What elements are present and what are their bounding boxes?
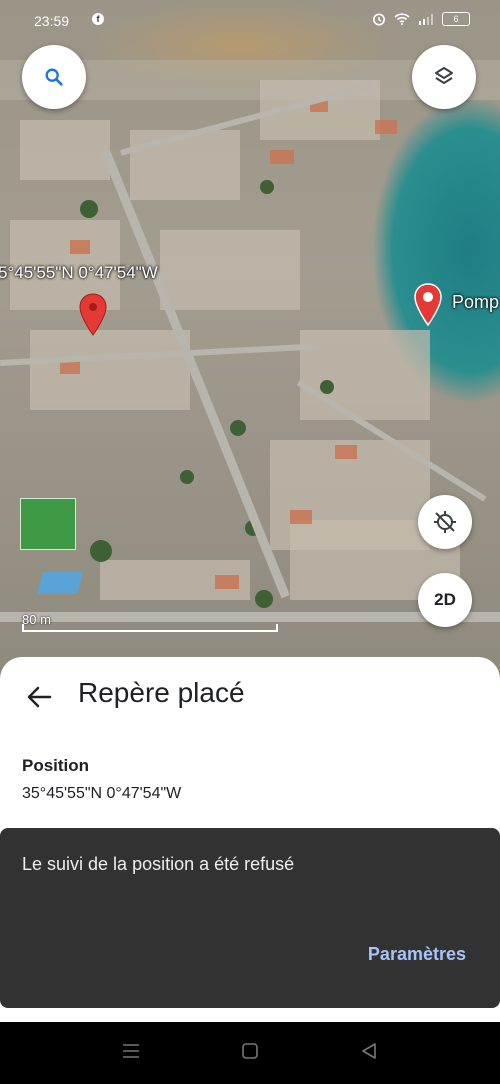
recent-apps-icon[interactable] bbox=[121, 1042, 141, 1060]
status-bar: 23:59 f 6 bbox=[0, 0, 500, 40]
sheet-title: Repère placé bbox=[78, 677, 245, 708]
snackbar: Le suivi de la position a été refusé Par… bbox=[0, 828, 500, 1008]
search-icon bbox=[45, 68, 63, 86]
place-label[interactable]: Pomp bbox=[452, 292, 499, 313]
wifi-icon bbox=[394, 13, 410, 25]
scale-bar bbox=[22, 624, 278, 632]
layers-icon bbox=[435, 67, 453, 84]
position-label: Position bbox=[22, 756, 90, 775]
status-time: 23:59 bbox=[34, 13, 70, 29]
map-coordinate-label: 5°45'55"N 0°47'54"W bbox=[0, 263, 158, 282]
facebook-icon: f bbox=[92, 13, 104, 25]
battery-icon: 6 bbox=[442, 12, 470, 26]
my-location-button[interactable] bbox=[418, 495, 472, 549]
2d-toggle-button[interactable]: 2D bbox=[418, 573, 472, 627]
battery-level: 6 bbox=[453, 14, 459, 24]
satellite-map[interactable]: 23:59 f 6 5°45'55"N 0°47'54"W Pomp 2D 80… bbox=[0, 0, 500, 680]
position-value[interactable]: 35°45'55"N 0°47'54"W bbox=[22, 785, 181, 803]
location-disabled-icon bbox=[434, 511, 456, 533]
layers-button[interactable] bbox=[412, 45, 476, 109]
search-button[interactable] bbox=[22, 45, 86, 109]
status-icons: 6 bbox=[372, 12, 470, 26]
snackbar-message: Le suivi de la position a été refusé bbox=[22, 854, 295, 874]
alarm-icon bbox=[373, 13, 385, 26]
dropped-pin-icon[interactable] bbox=[78, 293, 108, 337]
settings-action-button[interactable]: Paramètres bbox=[368, 944, 466, 965]
back-arrow-icon[interactable] bbox=[26, 685, 52, 709]
back-nav-icon[interactable] bbox=[360, 1042, 378, 1060]
place-pin-icon[interactable] bbox=[413, 283, 443, 327]
home-icon[interactable] bbox=[241, 1042, 259, 1060]
system-navigation-bar bbox=[0, 1022, 500, 1084]
signal-icon bbox=[419, 14, 433, 25]
